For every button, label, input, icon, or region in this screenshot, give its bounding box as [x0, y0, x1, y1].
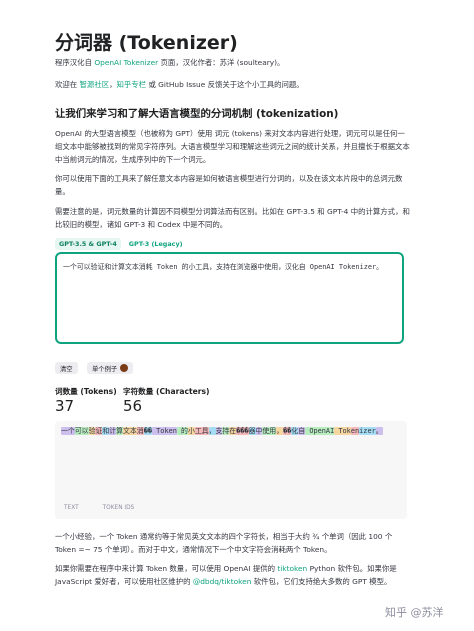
intro-text: 页面，汉化作者：苏洋 (soulteary)。: [158, 58, 285, 67]
tokenizer-input[interactable]: 一个可以验证和计算文本消耗 Token 的小工具，支持在浏览器中使用，汉化自 O…: [55, 252, 404, 344]
explanation-paragraph: OpenAI 的大型语言模型（也被称为 GPT）使用 词元 (tokens) 来…: [55, 129, 410, 164]
view-token-ids-option[interactable]: TOKEN IDS: [103, 505, 135, 511]
token-visualization: 一个可以验证和计算文本消�� Token 的小工具，支持在���器中使用，��化…: [61, 425, 403, 438]
view-text-option[interactable]: TEXT: [64, 505, 79, 511]
intro-text: 程序汉化自: [55, 58, 95, 67]
char-count-value: 56: [123, 397, 143, 415]
token-chip: ，: [208, 427, 216, 435]
token-chip: 一个: [61, 427, 75, 435]
token-chip: 可以: [74, 427, 89, 435]
feedback-text: 欢迎在: [55, 80, 80, 89]
clear-button-label: 清空: [60, 365, 73, 373]
token-chip: 文本: [123, 427, 137, 435]
token-chip: ���: [236, 427, 249, 435]
zhihu-watermark: 知乎 @苏洋: [385, 606, 444, 619]
tiktoken-text: 如果你需要在程序中来计算 Token 数量，可以使用 OpenAI 提供的: [55, 564, 278, 573]
tool-usage-paragraph: 你可以使用下面的工具来了解任意文本内容是如何被语言模型进行分词的，以及在该文本片…: [55, 174, 403, 196]
zhihu-column-link[interactable]: 知乎专栏: [117, 80, 147, 89]
token-count-value: 37: [55, 397, 75, 415]
page-title: 分词器 (Tokenizer): [55, 32, 238, 54]
openai-tokenizer-link[interactable]: OpenAI Tokenizer: [94, 58, 158, 67]
feedback-text: 或 GitHub Issue 反馈关于这个小工具的问题。: [146, 80, 304, 89]
zhiyuan-community-link[interactable]: 智源社区: [80, 80, 110, 89]
token-chip: 工具: [194, 427, 209, 435]
token-chip: 。: [375, 427, 383, 435]
token-chip: 器: [248, 427, 256, 435]
token-chip: 的: [176, 427, 188, 435]
feedback-note: 欢迎在 智源社区，知乎专栏 或 GitHub Issue 反馈关于这个小工具的问…: [55, 78, 411, 91]
token-chip: Token: [152, 427, 177, 435]
token-chip: izer: [359, 427, 376, 435]
tiktoken-paragraph: 如果你需要在程序中来计算 Token 数量，可以使用 OpenAI 提供的 ti…: [55, 562, 411, 588]
token-chip: en: [350, 427, 360, 435]
token-chip: 小: [187, 427, 195, 435]
tab-gpt35-gpt4[interactable]: GPT-3.5 & GPT-4: [55, 238, 121, 250]
token-chip: 消: [136, 427, 144, 435]
tiktoken-text: 软件包，它们支持绝大多数的 GPT 模型。: [251, 577, 392, 586]
token-chip: OpenAI: [305, 427, 335, 435]
char-count-label: 字符数量 (Characters): [123, 387, 210, 396]
token-chip: 使用: [262, 427, 277, 435]
dbdq-tiktoken-link[interactable]: @dbdq/tiktoken: [193, 577, 252, 586]
rule-of-thumb-paragraph: 一个小经验，一个 Token 通常约等于常见英文文本的四个字符长，相当于大约 ¾…: [55, 532, 393, 554]
tiktoken-link[interactable]: tiktoken: [277, 564, 307, 573]
view-mode-toggle: TEXT TOKEN IDS: [64, 505, 134, 511]
section-heading: 让我们来学习和了解大语言模型的分词机制 (tokenization): [55, 108, 339, 120]
feedback-sep: ，: [109, 80, 117, 89]
example-button[interactable]: 单个例子: [87, 362, 134, 374]
tab-gpt3-legacy[interactable]: GPT-3 (Legacy): [125, 238, 187, 250]
token-chip: 算: [116, 427, 124, 435]
intro-credit: 程序汉化自 OpenAI Tokenizer 页面，汉化作者：苏洋 (soult…: [55, 56, 411, 69]
token-count-label: 词数量 (Tokens): [55, 387, 117, 396]
example-button-label: 单个例子: [92, 365, 118, 373]
token-chip: Tok: [334, 427, 351, 435]
cookie-icon: [120, 364, 129, 372]
model-selector: GPT-3.5 & GPT-4 GPT-3 (Legacy): [55, 238, 187, 250]
token-chip: ��: [143, 427, 152, 435]
model-difference-paragraph: 需要注意的是，词元数量的计算因不同模型分词算法而有区别。比如在 GPT-3.5 …: [55, 207, 410, 229]
clear-button[interactable]: 清空: [55, 362, 78, 374]
